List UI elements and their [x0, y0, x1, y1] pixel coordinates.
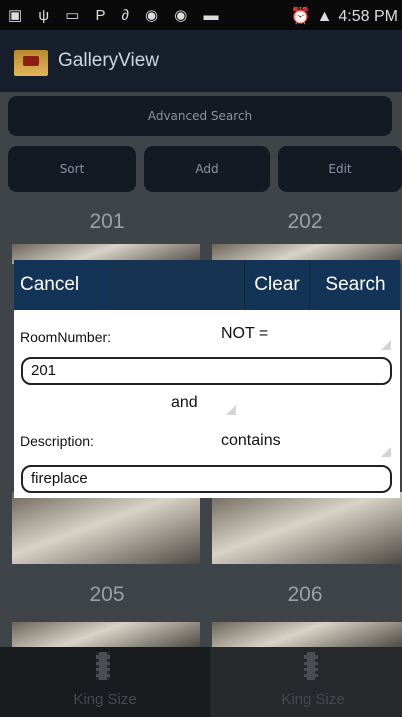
room-number-input[interactable]: 201	[21, 357, 392, 385]
description-input[interactable]: fireplace	[21, 465, 392, 493]
alarm-icon: ⏰	[290, 8, 311, 25]
room-photo[interactable]	[212, 492, 402, 564]
room-photo[interactable]	[12, 492, 200, 564]
field-label-room-number: RoomNumber:	[20, 329, 112, 345]
signal-icon: ▲	[316, 8, 333, 25]
status-bar: ▣ ψ ▭ P ∂ ◉ ◉ ▬ ⏰ ▲ 4:58 PM	[0, 0, 402, 30]
advanced-search-button[interactable]: Advanced Search	[8, 96, 392, 136]
operator-select-description[interactable]: contains	[221, 432, 281, 450]
search-button[interactable]: Search	[311, 260, 400, 310]
dropdown-arrow-icon[interactable]	[381, 340, 391, 350]
room-number-label: 201	[89, 210, 125, 233]
status-time: 4:58 PM	[338, 8, 398, 25]
clear-button[interactable]: Clear	[244, 260, 310, 310]
dropdown-arrow-icon[interactable]	[226, 405, 236, 415]
operator-select-room-number[interactable]: NOT =	[221, 325, 268, 343]
film-icon	[304, 652, 318, 680]
dropdown-arrow-icon[interactable]	[381, 447, 391, 457]
room-number-label: 202	[287, 210, 323, 233]
app-logo-icon	[14, 50, 48, 76]
room-number-label: 205	[89, 583, 125, 606]
field-label-description: Description:	[20, 433, 94, 449]
conjunction-select[interactable]: and	[171, 394, 198, 412]
cancel-button[interactable]: Cancel	[14, 260, 110, 310]
system-icons: ⏰ ▲ 4:58 PM	[285, 6, 398, 26]
room-photo[interactable]	[12, 622, 200, 647]
edit-button[interactable]: Edit	[278, 146, 402, 192]
room-photo[interactable]	[212, 622, 402, 647]
app-title: GalleryView	[58, 50, 160, 71]
room-number-label: 206	[287, 583, 323, 606]
tab-label: King Size	[73, 691, 137, 708]
notification-icons: ▣ ψ ▭ P ∂ ◉ ◉ ▬	[8, 7, 225, 24]
sort-button[interactable]: Sort	[8, 146, 136, 192]
tab-label: King Size	[281, 691, 345, 708]
add-button[interactable]: Add	[144, 146, 270, 192]
film-icon	[96, 652, 110, 680]
